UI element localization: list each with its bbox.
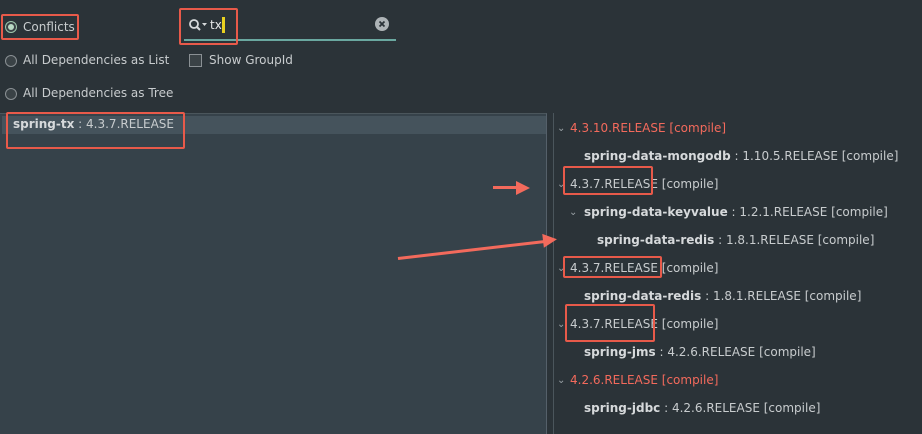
annotation-box-search xyxy=(179,8,238,45)
chevron-down-icon[interactable]: ⌄ xyxy=(557,375,565,386)
all-dependencies-tree-label[interactable]: All Dependencies as Tree xyxy=(23,86,173,100)
artifact-version: : 4.2.6.RELEASE [compile] xyxy=(655,345,816,359)
artifact-name: spring-data-keyvalue xyxy=(584,205,728,219)
tree-row[interactable]: spring-jms : 4.2.6.RELEASE [compile] xyxy=(584,345,816,359)
tree-row[interactable]: 4.2.6.RELEASE [compile] xyxy=(570,373,718,387)
tree-row[interactable]: spring-data-mongodb : 1.10.5.RELEASE [co… xyxy=(584,149,898,163)
annotation-box-spring-tx xyxy=(6,112,185,149)
clear-search-icon[interactable] xyxy=(375,17,389,31)
all-dependencies-list-label[interactable]: All Dependencies as List xyxy=(23,53,169,67)
annotation-box-version-2 xyxy=(563,256,662,278)
scope-label: [compile] xyxy=(657,261,719,275)
show-groupid-label[interactable]: Show GroupId xyxy=(209,53,293,67)
artifact-version: : 1.2.1.RELEASE [compile] xyxy=(727,205,888,219)
annotation-arrow-1-head xyxy=(516,181,530,195)
annotation-box-version-1 xyxy=(563,166,653,195)
artifact-name: spring-jms xyxy=(584,345,656,359)
all-dependencies-tree-radio[interactable] xyxy=(5,88,17,100)
annotation-box-version-3 xyxy=(565,304,655,342)
artifact-name: spring-data-redis xyxy=(584,289,702,303)
artifact-name: spring-data-mongodb xyxy=(584,149,731,163)
all-dependencies-list-radio[interactable] xyxy=(5,55,17,67)
scope-label: [compile] xyxy=(657,177,719,191)
artifact-version: : 1.8.1.RELEASE [compile] xyxy=(714,233,875,247)
artifact-version: : 4.2.6.RELEASE [compile] xyxy=(660,401,821,415)
show-groupid-checkbox[interactable] xyxy=(189,54,202,67)
tree-row[interactable]: 4.3.10.RELEASE [compile] xyxy=(570,121,726,135)
artifact-name: spring-jdbc xyxy=(584,401,661,415)
artifact-version: : 1.8.1.RELEASE [compile] xyxy=(701,289,862,303)
tree-row[interactable]: spring-data-redis : 1.8.1.RELEASE [compi… xyxy=(584,289,861,303)
chevron-down-icon[interactable]: ⌄ xyxy=(557,123,565,134)
scope-label: [compile] xyxy=(657,317,719,331)
artifact-version: : 1.10.5.RELEASE [compile] xyxy=(730,149,899,163)
tree-row[interactable]: spring-jdbc : 4.2.6.RELEASE [compile] xyxy=(584,401,820,415)
annotation-arrow-2-head xyxy=(542,232,558,248)
conflict-list-panel xyxy=(0,113,547,434)
chevron-down-icon[interactable]: ⌄ xyxy=(569,207,577,218)
annotation-arrow-1-shaft xyxy=(493,186,517,189)
annotation-box-conflicts xyxy=(1,14,79,40)
artifact-name: spring-data-redis xyxy=(597,233,715,247)
tree-row[interactable]: spring-data-keyvalue : 1.2.1.RELEASE [co… xyxy=(584,205,888,219)
tree-row[interactable]: spring-data-redis : 1.8.1.RELEASE [compi… xyxy=(597,233,874,247)
